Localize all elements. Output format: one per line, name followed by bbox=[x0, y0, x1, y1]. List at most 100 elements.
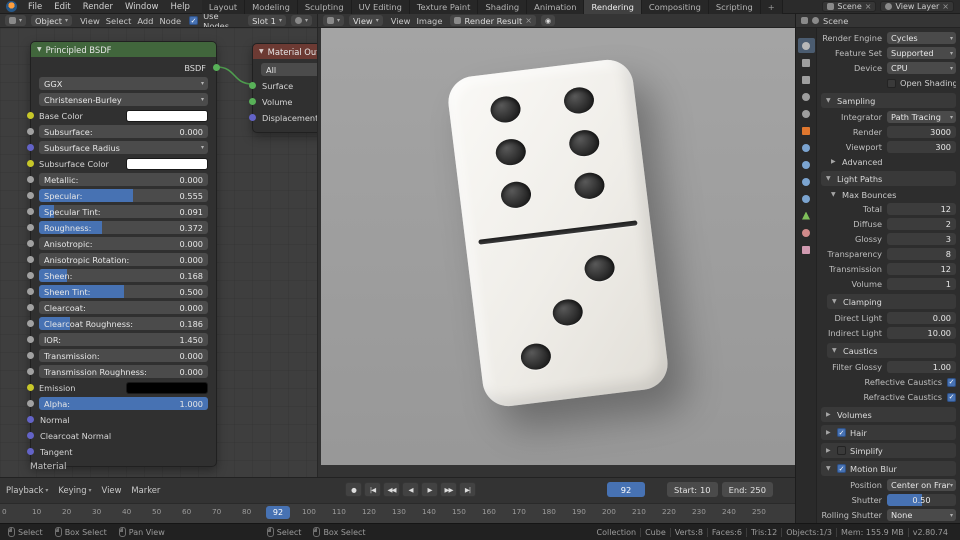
transport-button[interactable]: ◀◀ bbox=[383, 482, 400, 497]
blender-logo-icon[interactable] bbox=[6, 1, 17, 12]
material-output-node[interactable]: ▼ Material Out All ▾ bbox=[249, 43, 317, 133]
workspace-tab[interactable]: Shading bbox=[478, 0, 528, 14]
node-input-row[interactable]: Anisotropic: 0.000 Anisotropic: ▾ Anisot… bbox=[27, 237, 208, 250]
frame-end-field[interactable]: End: 250 bbox=[721, 482, 773, 497]
transport-button[interactable]: ▶ bbox=[421, 482, 438, 497]
menu-item[interactable]: Select bbox=[103, 16, 135, 26]
shutter-slider[interactable]: 0.50 bbox=[887, 494, 956, 506]
image-selector[interactable]: Render Result × bbox=[450, 15, 536, 26]
timeline-menu[interactable]: Keying ▾ bbox=[58, 485, 91, 495]
node-socket[interactable] bbox=[27, 368, 34, 375]
add-workspace-button[interactable]: + bbox=[760, 0, 783, 14]
timeline-ruler[interactable]: 0102030405060708090100110120130140150160… bbox=[0, 503, 795, 523]
value-slider[interactable]: Specular: 0.555 bbox=[39, 189, 208, 202]
node-socket[interactable] bbox=[27, 448, 34, 455]
motion-blur-checkbox[interactable] bbox=[837, 464, 846, 473]
node-socket[interactable] bbox=[27, 80, 34, 87]
shader-type-dropdown[interactable]: Object ▾ bbox=[31, 15, 73, 26]
value-slider[interactable]: Subsurface: 0.000 bbox=[39, 125, 208, 138]
number-field[interactable]: 300 bbox=[887, 141, 956, 153]
node-input-row[interactable]: Transmission Roughness: 0.000 Transmissi… bbox=[27, 365, 208, 378]
number-field[interactable]: 1 bbox=[887, 278, 956, 290]
hair-checkbox[interactable] bbox=[837, 428, 846, 437]
node-input-row[interactable]: Subsurface Radius Subsurface Radius ▾ Su… bbox=[27, 141, 208, 154]
node-input-row[interactable]: Base Color Base Color ▾ Base Color bbox=[27, 109, 208, 122]
node-input-row[interactable]: Surface bbox=[249, 79, 317, 92]
tab-object[interactable] bbox=[798, 123, 815, 138]
menu-item[interactable]: Node bbox=[156, 16, 184, 26]
node-socket[interactable] bbox=[249, 114, 256, 121]
number-field[interactable]: 0.00 bbox=[887, 312, 956, 324]
menu-item[interactable]: Render bbox=[77, 0, 119, 14]
number-field[interactable]: 8 bbox=[887, 248, 956, 260]
collapse-triangle-icon[interactable]: ▼ bbox=[259, 48, 264, 55]
section-volumes[interactable]: ▶ Volumes bbox=[821, 407, 956, 422]
menu-item[interactable]: View bbox=[388, 16, 414, 26]
menu-item[interactable]: Window bbox=[119, 0, 165, 14]
node-socket[interactable] bbox=[27, 416, 34, 423]
bsdf-output-socket[interactable] bbox=[213, 64, 220, 71]
workspace-tab[interactable]: Compositing bbox=[641, 0, 709, 14]
properties-editor-icon[interactable] bbox=[801, 17, 808, 24]
menu-item[interactable]: Edit bbox=[48, 0, 76, 14]
workspace-tab[interactable]: Texture Paint bbox=[409, 0, 479, 14]
node-socket[interactable] bbox=[27, 272, 34, 279]
timeline-menu[interactable]: Playback ▾ bbox=[6, 485, 48, 495]
tab-view-layer[interactable] bbox=[798, 72, 815, 87]
section-clamping[interactable]: ▼ Clamping bbox=[827, 294, 956, 309]
menu-item[interactable]: Add bbox=[134, 16, 156, 26]
node-socket[interactable] bbox=[27, 320, 34, 327]
node-socket[interactable] bbox=[27, 352, 34, 359]
node-input-row[interactable]: Sheen Tint: 0.500 Sheen Tint: ▾ Sheen Ti… bbox=[27, 285, 208, 298]
section-motion-blur[interactable]: ▼ Motion Blur bbox=[821, 461, 956, 476]
node-socket[interactable] bbox=[27, 96, 34, 103]
section-simplify[interactable]: ▶ Simplify bbox=[821, 443, 956, 458]
menu-item[interactable]: View bbox=[77, 16, 103, 26]
view-layer-selector[interactable]: View Layer × bbox=[880, 1, 954, 12]
dropdown[interactable]: CPU ▾ bbox=[887, 62, 956, 74]
frame-start-field[interactable]: Start: 10 bbox=[666, 482, 718, 497]
node-socket[interactable] bbox=[27, 176, 34, 183]
node-input-row[interactable]: GGX GGX ▾ GGX bbox=[39, 77, 208, 90]
current-frame-field[interactable]: 92 bbox=[607, 482, 645, 497]
node-input-row[interactable]: Emission Emission ▾ Emission bbox=[27, 381, 208, 394]
node-socket[interactable] bbox=[27, 224, 34, 231]
number-field[interactable]: 10.00 bbox=[887, 327, 956, 339]
node-input-row[interactable]: IOR: 1.450 IOR: ▾ IOR: bbox=[27, 333, 208, 346]
transport-button[interactable]: ▶| bbox=[459, 482, 476, 497]
node-input-row[interactable]: Volume bbox=[249, 95, 317, 108]
menu-item[interactable]: File bbox=[22, 0, 48, 14]
close-icon[interactable]: × bbox=[942, 2, 949, 11]
tab-modifiers[interactable] bbox=[798, 140, 815, 155]
workspace-tab[interactable]: UV Editing bbox=[351, 0, 410, 14]
timeline-menu[interactable]: View ▾ bbox=[102, 485, 122, 495]
color-swatch[interactable] bbox=[126, 157, 208, 170]
node-input-row[interactable]: Clearcoat Normal Clearcoat Normal ▾ Clea… bbox=[27, 429, 208, 442]
slot-dropdown[interactable]: Slot 1 ▾ bbox=[248, 15, 286, 26]
number-field[interactable]: 12 bbox=[887, 203, 956, 215]
value-slider[interactable]: Specular Tint: 0.091 bbox=[39, 205, 208, 218]
dropdown[interactable]: Subsurface Radius ▾ bbox=[39, 141, 208, 154]
section-advanced[interactable]: ▶ Advanced bbox=[821, 155, 956, 168]
node-socket[interactable] bbox=[249, 98, 256, 105]
node-input-row[interactable]: Subsurface Color Subsurface Color ▾ Subs… bbox=[27, 157, 208, 170]
node-socket[interactable] bbox=[27, 384, 34, 391]
principled-bsdf-node[interactable]: ▼ Principled BSDF BSDF GGX ▾ Christensen… bbox=[27, 41, 220, 467]
mb-position-dropdown[interactable]: Center on Frame ▾ bbox=[887, 479, 956, 491]
node-socket[interactable] bbox=[27, 144, 34, 151]
node-socket[interactable] bbox=[27, 240, 34, 247]
node-socket[interactable] bbox=[27, 208, 34, 215]
value-slider[interactable]: Transmission Roughness: 0.000 bbox=[39, 365, 208, 378]
value-slider[interactable]: Clearcoat: 0.000 bbox=[39, 301, 208, 314]
node-input-row[interactable]: Sheen: 0.168 Sheen: ▾ Sheen: bbox=[27, 269, 208, 282]
transport-button[interactable]: ◀ bbox=[402, 482, 419, 497]
node-input-row[interactable]: Transmission: 0.000 Transmission: ▾ Tran… bbox=[27, 349, 208, 362]
image-editor[interactable] bbox=[318, 28, 795, 477]
node-input-row[interactable]: Subsurface: 0.000 Subsurface: ▾ Subsurfa… bbox=[27, 125, 208, 138]
section-sampling[interactable]: ▼ Sampling bbox=[821, 93, 956, 108]
node-header[interactable]: ▼ Material Out bbox=[253, 44, 317, 59]
dropdown[interactable]: Christensen-Burley ▾ bbox=[39, 93, 208, 106]
node-socket[interactable] bbox=[249, 82, 256, 89]
workspace-tab[interactable]: Layout bbox=[201, 0, 246, 14]
value-slider[interactable]: Clearcoat Roughness: 0.186 bbox=[39, 317, 208, 330]
